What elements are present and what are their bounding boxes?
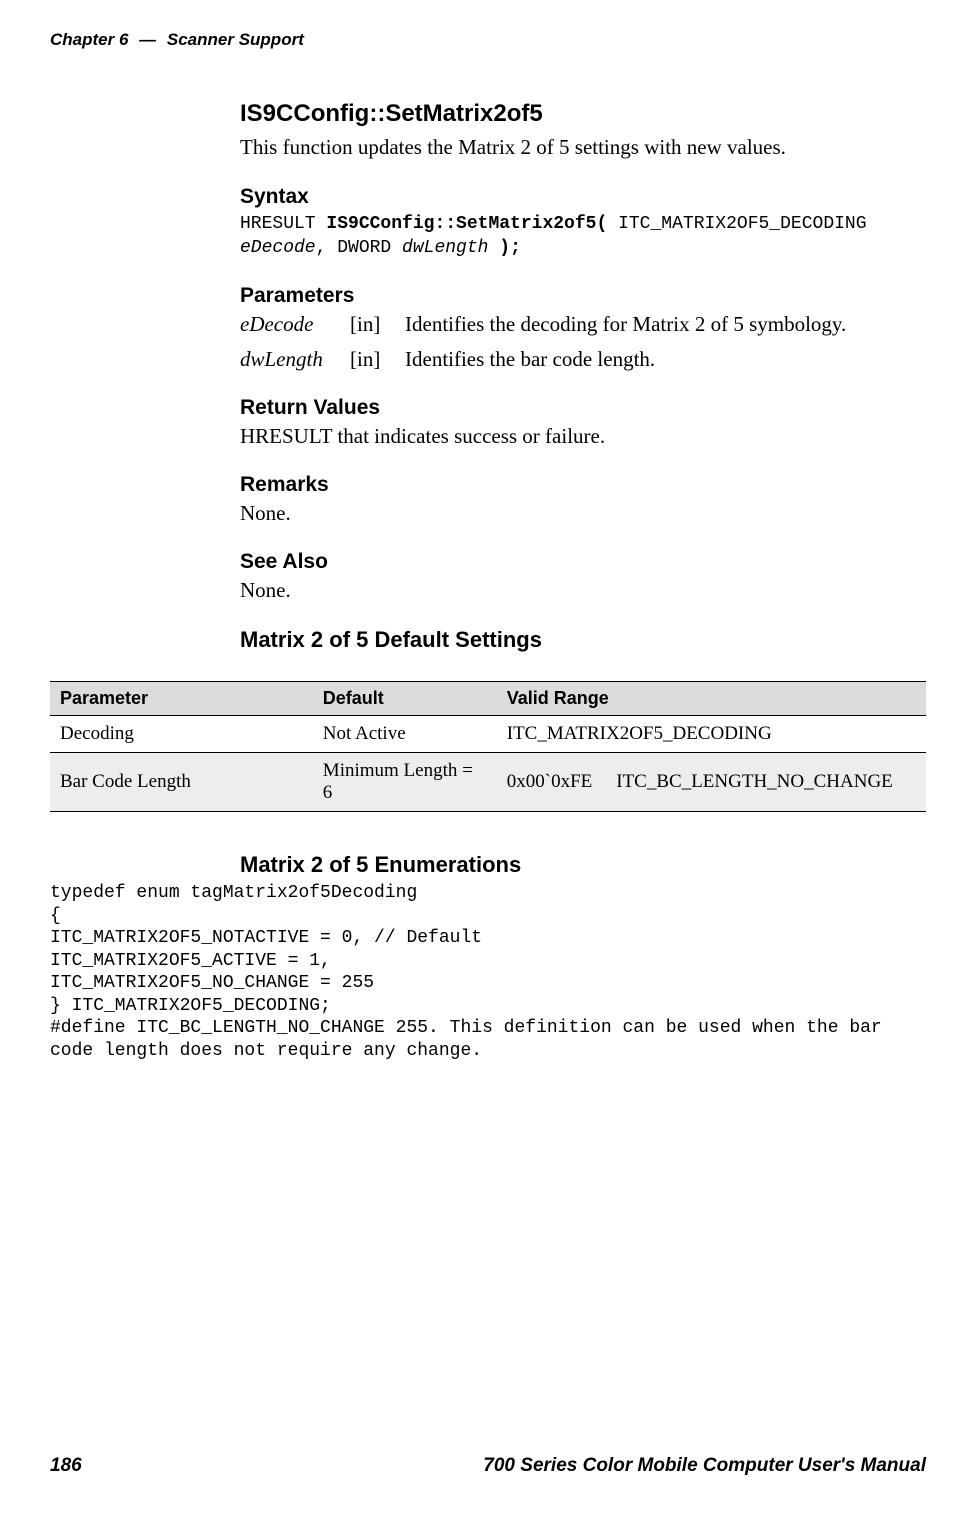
manual-title: 700 Series Color Mobile Computer User's … [483, 1455, 926, 1477]
syntax-code: HRESULT IS9CConfig::SetMatrix2of5( ITC_M… [240, 213, 926, 260]
section-label: Scanner Support [167, 30, 304, 49]
see-also-block: See Also None. [240, 550, 926, 603]
remarks-block: Remarks None. [240, 473, 926, 526]
cell-range: ITC_MATRIX2OF5_DECODING [497, 716, 926, 753]
header-left: Chapter 6 — Scanner Support [50, 30, 304, 50]
see-also-heading: See Also [240, 550, 926, 574]
function-title: IS9CConfig::SetMatrix2of5 [240, 100, 926, 128]
col-default: Default [313, 682, 497, 716]
syntax-param2: dwLength [402, 238, 488, 258]
param-direction: [in] [350, 312, 405, 337]
enumerations-code: typedef enum tagMatrix2of5Decoding { ITC… [50, 882, 926, 1062]
syntax-end: ); [488, 238, 520, 258]
cell-default: Minimum Length = 6 [313, 753, 497, 812]
settings-table-container: Parameter Default Valid Range Decoding N… [50, 681, 926, 812]
table-row: Bar Code Length Minimum Length = 6 0x00`… [50, 753, 926, 812]
chapter-label: Chapter 6 [50, 30, 128, 49]
see-also-text: None. [240, 578, 926, 603]
table-header-row: Parameter Default Valid Range [50, 682, 926, 716]
param-name: eDecode [240, 312, 350, 337]
cell-default: Not Active [313, 716, 497, 753]
syntax-param1: eDecode [240, 238, 316, 258]
range-value-1: 0x00`0xFE [507, 771, 593, 793]
cell-param: Bar Code Length [50, 753, 313, 812]
page-number: 186 [50, 1455, 82, 1477]
range-value: ITC_MATRIX2OF5_DECODING [507, 723, 772, 744]
param-row: eDecode [in] Identifies the decoding for… [240, 312, 926, 337]
return-values-text: HRESULT that indicates success or failur… [240, 424, 926, 449]
function-description: This function updates the Matrix 2 of 5 … [240, 134, 926, 161]
parameters-block: eDecode [in] Identifies the decoding for… [240, 312, 926, 372]
syntax-heading: Syntax [240, 185, 926, 209]
main-content: IS9CConfig::SetMatrix2of5 This function … [50, 100, 926, 1062]
parameters-heading: Parameters [240, 284, 926, 308]
col-valid-range: Valid Range [497, 682, 926, 716]
param-desc: Identifies the bar code length. [405, 347, 655, 372]
enumerations-heading: Matrix 2 of 5 Enumerations [240, 852, 926, 878]
header-separator: — [139, 30, 156, 49]
return-values-block: Return Values HRESULT that indicates suc… [240, 396, 926, 449]
syntax-func: IS9CConfig::SetMatrix2of5( [326, 214, 607, 234]
param-row: dwLength [in] Identifies the bar code le… [240, 347, 926, 372]
cell-range: 0x00`0xFE ITC_BC_LENGTH_NO_CHANGE [497, 753, 926, 812]
col-parameter: Parameter [50, 682, 313, 716]
page-footer: 186 700 Series Color Mobile Computer Use… [50, 1455, 926, 1477]
param-desc: Identifies the decoding for Matrix 2 of … [405, 312, 846, 337]
return-values-heading: Return Values [240, 396, 926, 420]
syntax-prefix: HRESULT [240, 214, 326, 234]
param-direction: [in] [350, 347, 405, 372]
cell-param: Decoding [50, 716, 313, 753]
table-row: Decoding Not Active ITC_MATRIX2OF5_DECOD… [50, 716, 926, 753]
param-name: dwLength [240, 347, 350, 372]
settings-table: Parameter Default Valid Range Decoding N… [50, 681, 926, 812]
page-header: Chapter 6 — Scanner Support [50, 30, 926, 50]
remarks-text: None. [240, 501, 926, 526]
default-settings-heading: Matrix 2 of 5 Default Settings [240, 627, 926, 653]
remarks-heading: Remarks [240, 473, 926, 497]
syntax-suffix: ITC_MATRIX2OF5_DECODING [607, 214, 866, 234]
range-value-2: ITC_BC_LENGTH_NO_CHANGE [616, 771, 893, 793]
syntax-mid: , DWORD [316, 238, 402, 258]
